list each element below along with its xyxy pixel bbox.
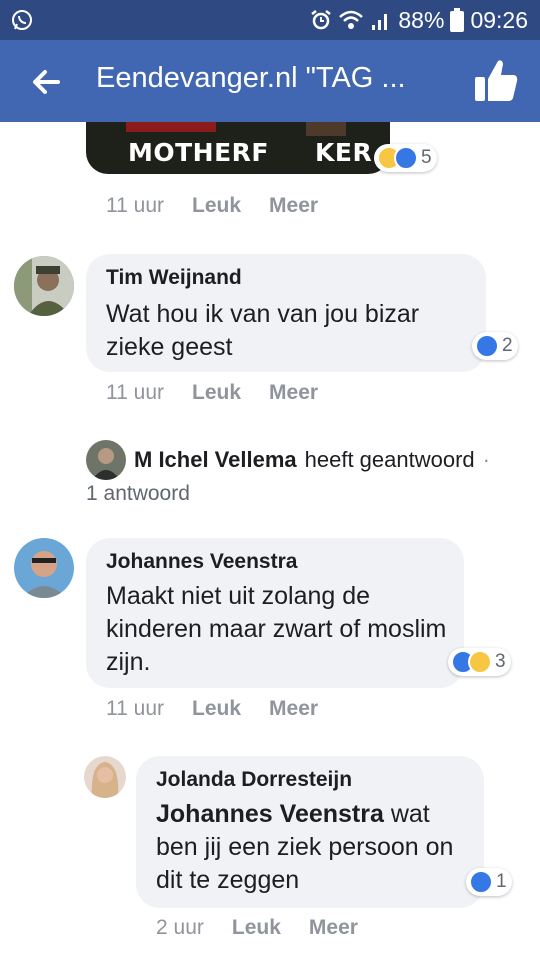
more-link[interactable]: Meer — [269, 381, 318, 405]
reaction-count: 5 — [421, 147, 432, 168]
battery-percent: 88% — [398, 6, 445, 33]
avatar-photo — [14, 256, 74, 316]
comment-actions: 11 uur Leuk Meer — [106, 381, 318, 405]
status-bar: 88% 09:26 — [0, 0, 540, 40]
reaction-summary[interactable]: 5 — [374, 144, 437, 172]
reply-text: Johannes Veenstra wat ben jij een ziek p… — [156, 798, 472, 897]
like-link[interactable]: Leuk — [192, 381, 241, 405]
reaction-summary[interactable]: 3 — [448, 648, 511, 676]
avatar[interactable] — [84, 756, 126, 798]
reaction-summary[interactable]: 2 — [472, 332, 518, 360]
clock: 09:26 — [470, 6, 528, 33]
avatar-photo — [84, 756, 126, 798]
reaction-count: 2 — [502, 335, 513, 356]
app-bar: Eendevanger.nl "TAG ... — [0, 40, 540, 122]
back-arrow-icon[interactable] — [28, 64, 64, 100]
like-icon — [469, 870, 493, 894]
avatar-photo — [14, 538, 74, 598]
comment-text: Wat hou ik van van jou bizar zieke geest — [106, 300, 420, 361]
like-link[interactable]: Leuk — [192, 697, 241, 721]
avatar[interactable] — [14, 256, 74, 316]
comment-time: 11 uur — [106, 194, 164, 217]
reply-author[interactable]: Jolanda Dorresteijn — [156, 768, 352, 792]
comment-author[interactable]: Tim Weijnand — [106, 266, 242, 290]
like-icon — [394, 146, 418, 170]
comments-list[interactable]: MOTHERF KER. 5 11 uur Leuk Meer Tim Weij… — [0, 122, 540, 960]
separator: · — [482, 447, 490, 472]
more-link[interactable]: Meer — [309, 916, 358, 940]
comment-author[interactable]: Johannes Veenstra — [106, 550, 297, 574]
avatar[interactable] — [14, 538, 74, 598]
reply-count-link[interactable]: 1 antwoord — [86, 482, 190, 506]
like-page-icon[interactable] — [472, 56, 520, 104]
reply-preview[interactable]: M Ichel Vellema heeft geantwoord · — [86, 440, 490, 480]
comment-time: 2 uur — [156, 916, 204, 939]
more-link[interactable]: Meer — [269, 697, 318, 721]
comment-actions: 11 uur Leuk Meer — [106, 697, 318, 721]
comment-text: Maakt niet uit zolang de kinderen maar z… — [106, 582, 447, 676]
like-link[interactable]: Leuk — [192, 194, 241, 218]
signal-icon — [372, 14, 388, 30]
reaction-count: 3 — [495, 651, 506, 672]
like-link[interactable]: Leuk — [232, 916, 281, 940]
reaction-summary[interactable]: 1 — [466, 868, 512, 896]
more-link[interactable]: Meer — [269, 194, 318, 218]
whatsapp-icon — [12, 10, 32, 30]
comment-time: 11 uur — [106, 697, 164, 720]
battery-icon — [450, 8, 465, 32]
comment-actions: 2 uur Leuk Meer — [156, 916, 358, 940]
gif-detail — [126, 122, 216, 132]
gif-detail — [306, 122, 346, 136]
reply-author[interactable]: M Ichel Vellema — [134, 447, 297, 473]
comment-actions: 11 uur Leuk Meer — [106, 194, 318, 218]
reaction-count: 1 — [496, 871, 507, 892]
reply-action: heeft geantwoord — [304, 447, 475, 472]
gif-caption: MOTHERF KER. — [128, 138, 383, 167]
avatar-photo — [86, 440, 126, 480]
wifi-icon — [339, 10, 364, 29]
like-icon — [475, 334, 499, 358]
alarm-icon — [311, 10, 332, 30]
wow-icon — [468, 650, 492, 674]
gif-image[interactable]: MOTHERF KER. — [86, 122, 390, 174]
page-title: Eendevanger.nl "TAG ... — [96, 62, 406, 94]
mention-link[interactable]: Johannes Veenstra — [156, 800, 384, 828]
comment-time: 11 uur — [106, 381, 164, 404]
avatar — [86, 440, 126, 480]
